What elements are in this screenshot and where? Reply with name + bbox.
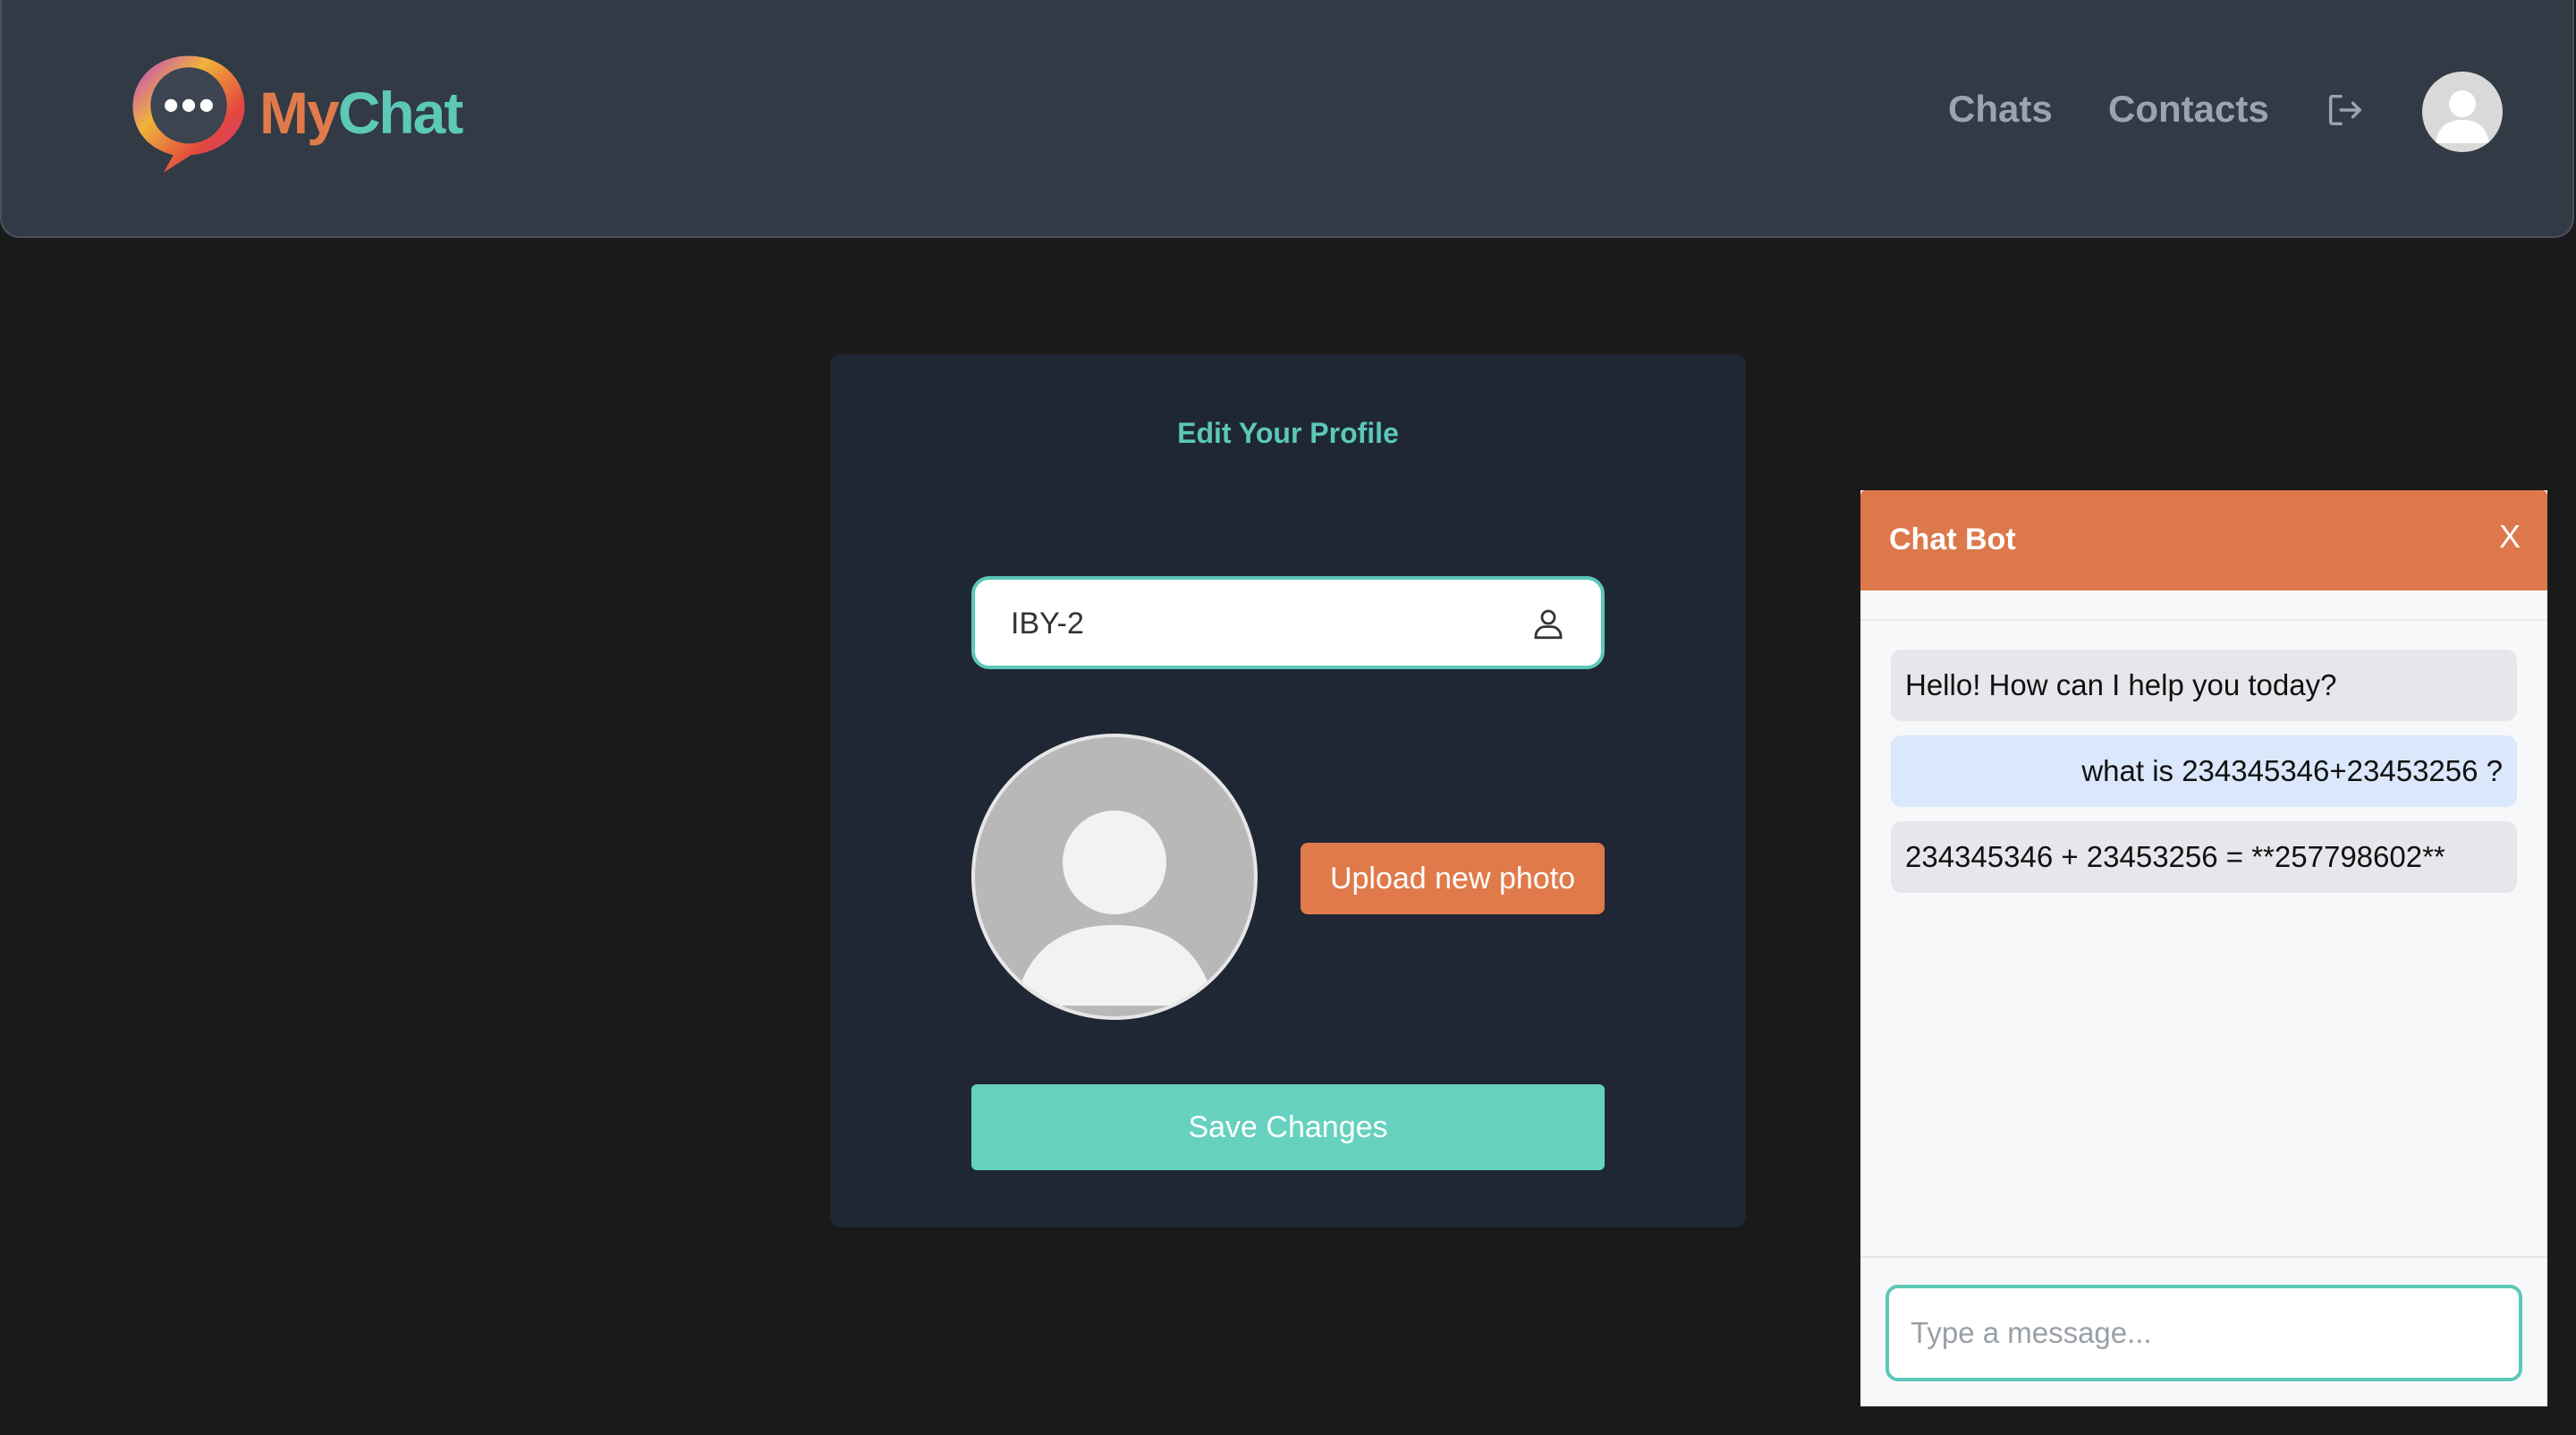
card-title: Edit Your Profile [1177, 417, 1399, 449]
brand-name[interactable]: MyChat [259, 77, 464, 149]
nav-chats-link[interactable]: Chats [1948, 86, 2053, 132]
divider [1860, 619, 2547, 621]
brand-part-my: My [259, 80, 340, 146]
divider [1860, 1256, 2547, 1258]
chatbot-title: Chat Bot [1889, 522, 2016, 556]
chatbot-message-input[interactable] [1885, 1285, 2522, 1381]
chatbot-panel: Chat Bot X Hello! How can I help you tod… [1860, 490, 2547, 1406]
chatbot-close-button[interactable]: X [2492, 517, 2528, 556]
nav-contacts-link[interactable]: Contacts [2108, 86, 2269, 132]
username-field[interactable] [971, 576, 1605, 669]
user-message: what is 234345346+23453256 ? [1891, 735, 2517, 807]
user-icon [1534, 609, 1563, 640]
avatar-silhouette-icon [2436, 90, 2489, 143]
top-navbar: MyChat Chats Contacts [0, 0, 2574, 238]
bot-message: Hello! How can I help you today? [1891, 650, 2517, 721]
chat-bubble-logo-icon[interactable] [125, 48, 252, 175]
username-input[interactable] [1009, 580, 1513, 667]
upload-photo-button[interactable]: Upload new photo [1301, 843, 1605, 914]
bot-message: 234345346 + 23453256 = **257798602** [1891, 821, 2517, 893]
brand-part-chat: Chat [337, 80, 464, 146]
edit-profile-card: Edit Your Profile Upload new photo Save … [830, 354, 1746, 1227]
save-changes-button[interactable]: Save Changes [971, 1084, 1605, 1170]
profile-photo [971, 734, 1258, 1020]
logout-icon[interactable] [2324, 89, 2365, 131]
chatbot-header: Chat Bot X [1860, 490, 2547, 590]
default-avatar-icon [1014, 811, 1215, 1006]
user-avatar-icon[interactable] [2422, 72, 2503, 152]
